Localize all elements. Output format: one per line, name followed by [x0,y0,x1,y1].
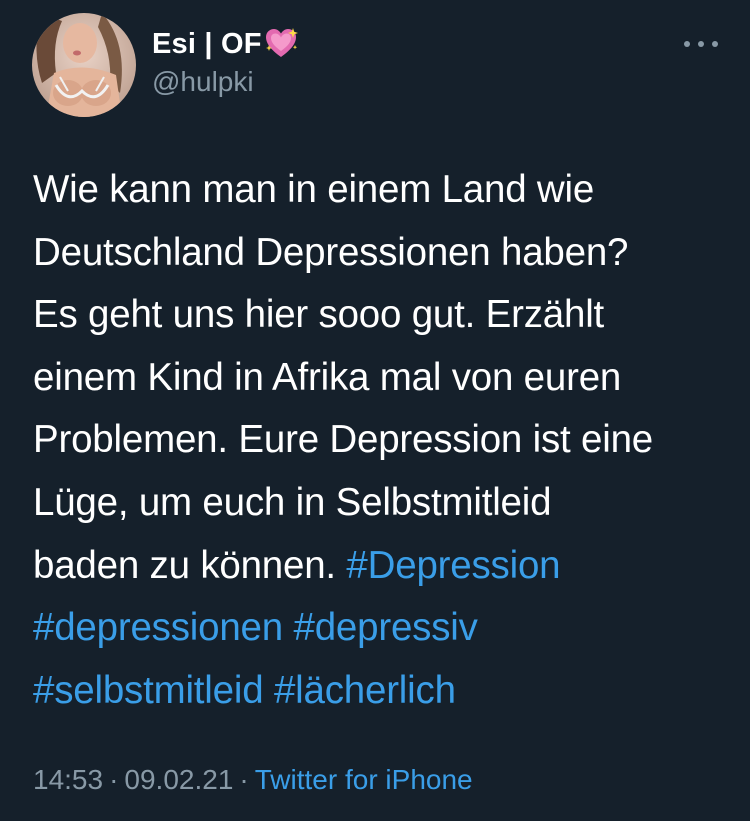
meta-separator: · [109,764,119,795]
hashtag-link[interactable]: #depressiv [293,606,477,649]
tweet-text: Wie kann man in einem Land wie Deutschla… [33,159,723,722]
handle[interactable]: @hulpki [152,66,300,98]
tweet-meta: 14:53 · 09.02.21 · Twitter for iPhone [33,764,473,796]
tweet-detail: Esi | OF @hulpki Wie kann man in einem L… [0,0,750,821]
hashtag-link[interactable]: #selbstmitleid [33,669,264,712]
display-name[interactable]: Esi | OF [152,28,262,61]
more-dot-icon [684,41,690,47]
more-dot-icon [698,41,704,47]
tweet-line-text: baden zu können. [33,543,347,587]
meta-separator: · [239,764,249,795]
tweet-line: Es geht uns hier sooo gut. Erzählt [33,293,605,337]
tweet-line: #selbstmitleid #lächerlich [33,660,723,723]
hashtag-link[interactable]: #Depression [346,544,560,587]
tweet-line: baden zu können. #Depression [33,535,723,598]
tweet-line: #depressionen #depressiv [33,597,723,660]
tweet-line: einem Kind in Afrika mal von euren [33,355,622,399]
sparkling-heart-icon [264,27,300,61]
source-link[interactable]: Twitter for iPhone [255,764,473,795]
tweet-line: Deutschland Depressionen haben? [33,230,629,274]
tweet-line: Lüge, um euch in Selbstmitleid [33,480,552,524]
tweet-time[interactable]: 14:53 [33,764,103,795]
author-block: Esi | OF @hulpki [152,24,300,98]
hashtag-link[interactable]: #lächerlich [274,669,456,712]
tweet-line: Wie kann man in einem Land wie [33,168,595,211]
avatar[interactable] [32,13,136,117]
tweet-date[interactable]: 09.02.21 [124,764,233,795]
hashtag-link[interactable]: #depressionen [33,606,283,649]
more-dot-icon [712,41,718,47]
tweet-line: Problemen. Eure Depression ist eine [33,418,654,462]
more-options-button[interactable] [684,34,718,54]
display-name-row[interactable]: Esi | OF [152,24,300,64]
